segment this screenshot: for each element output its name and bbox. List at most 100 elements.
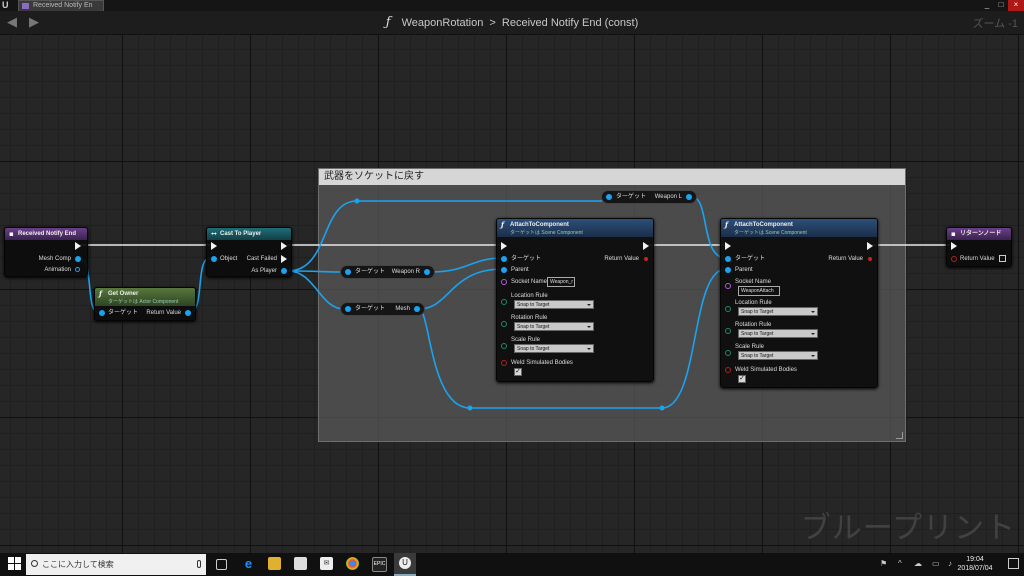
output-pin[interactable] [424, 269, 430, 275]
target-pin[interactable] [725, 256, 731, 262]
network-icon[interactable]: ▭ [932, 559, 940, 568]
location-rule-pin[interactable] [725, 306, 731, 312]
return-value-pin[interactable] [951, 256, 957, 262]
cast-failed-pin-icon[interactable] [281, 255, 287, 263]
start-button-icon[interactable] [8, 557, 21, 570]
file-explorer-icon[interactable] [268, 557, 281, 570]
get-owner-node[interactable]: ƒ Get Owner ターゲットは Actor Component ターゲット… [94, 287, 196, 321]
pin-label: Location Rule [735, 300, 772, 306]
rotation-rule-select[interactable]: Snap to Target [738, 329, 818, 338]
pin-label: Parent [511, 267, 529, 273]
exec-in-pin-icon[interactable] [951, 242, 957, 250]
get-weapon-l-node[interactable]: ターゲット Weapon L [601, 190, 697, 204]
attach-to-component-node-1[interactable]: ƒ AttachToComponent ターゲットは Scene Compone… [496, 218, 654, 382]
return-node[interactable]: ▪ リターンノード Return Value [946, 227, 1012, 267]
scale-rule-select[interactable]: Snap to Target [514, 344, 594, 353]
edge-browser-icon[interactable]: e [242, 557, 255, 570]
blueprint-tab-icon [22, 3, 29, 9]
pin-label: ターゲット [355, 269, 386, 275]
as-player-pin[interactable] [281, 268, 287, 274]
pin-label: ターゲット [355, 306, 386, 312]
pin-label: Return Value [828, 256, 863, 262]
socket-name-input[interactable]: WeaponAttach [738, 286, 780, 296]
restore-button[interactable]: □ [994, 0, 1008, 11]
object-pin[interactable] [211, 256, 217, 262]
exec-in-pin-icon[interactable] [725, 242, 731, 250]
attach-to-component-node-2[interactable]: ƒ AttachToComponent ターゲットは Scene Compone… [720, 218, 878, 388]
minimize-button[interactable]: _ [980, 0, 994, 11]
exec-out-pin-icon[interactable] [643, 242, 649, 250]
object-wire [287, 270, 345, 310]
people-icon[interactable]: ⚑ [880, 559, 887, 568]
onedrive-icon[interactable]: ☁ [914, 559, 922, 568]
pin-label: Return Value [604, 256, 639, 262]
exec-out-pin-icon[interactable] [281, 242, 287, 250]
node-subtitle: ターゲットは Actor Component [108, 299, 179, 305]
rotation-rule-pin[interactable] [501, 321, 507, 327]
breadcrumb-function[interactable]: WeaponRotation [402, 17, 484, 29]
scale-rule-pin[interactable] [725, 350, 731, 356]
target-pin[interactable] [345, 306, 351, 312]
socket-name-pin[interactable] [501, 279, 507, 285]
location-rule-pin[interactable] [501, 299, 507, 305]
weld-checkbox[interactable]: ✓ [738, 375, 746, 383]
function-icon: ƒ [99, 289, 103, 298]
weld-pin[interactable] [725, 367, 731, 373]
output-pin[interactable] [686, 194, 692, 200]
task-view-icon[interactable] [216, 559, 227, 570]
received-notify-end-node[interactable]: ▪ Received Notify End Mesh Comp Animatio… [4, 227, 88, 277]
windows-taskbar: ここに入力して検索 e ✉ EPIC U ⚑ ^ ☁ ▭ ♪ 19:04 201… [0, 553, 1024, 576]
exec-out-pin-icon[interactable] [867, 242, 873, 250]
pin-label: Animation [44, 267, 71, 273]
rotation-rule-pin[interactable] [725, 328, 731, 334]
weld-pin[interactable] [501, 360, 507, 366]
return-value-pin[interactable] [644, 257, 648, 261]
node-header: ↔ Cast To Player [207, 228, 291, 240]
close-button[interactable]: × [1008, 0, 1024, 11]
chrome-icon[interactable] [346, 557, 359, 570]
rotation-rule-select[interactable]: Snap to Target [514, 322, 594, 331]
socket-name-input[interactable]: Weapon_r [547, 277, 575, 287]
taskbar-clock[interactable]: 19:04 2018/07/04 [948, 555, 1002, 573]
return-value-pin[interactable] [185, 310, 191, 316]
breadcrumb: ƒ WeaponRotation > Received Notify End (… [0, 15, 1024, 30]
node-title: Cast To Player [220, 231, 262, 237]
cast-to-player-node[interactable]: ↔ Cast To Player Object Cast Failed As P… [206, 227, 292, 277]
location-rule-select[interactable]: Snap to Target [514, 300, 594, 309]
exec-in-pin-icon[interactable] [211, 242, 217, 250]
action-center-icon[interactable] [1008, 558, 1019, 569]
parent-pin[interactable] [725, 267, 731, 273]
weld-checkbox[interactable]: ✓ [514, 368, 522, 376]
clock-date: 2018/07/04 [957, 565, 993, 572]
mesh-comp-pin[interactable] [75, 256, 81, 262]
target-pin[interactable] [606, 194, 612, 200]
microphone-icon[interactable] [197, 560, 201, 568]
mail-icon[interactable]: ✉ [320, 557, 333, 570]
parent-pin[interactable] [501, 267, 507, 273]
target-pin[interactable] [99, 310, 105, 316]
location-rule-select[interactable]: Snap to Target [738, 307, 818, 316]
unreal-editor-taskbar-button[interactable]: U [394, 553, 416, 576]
socket-name-pin[interactable] [725, 283, 731, 289]
target-pin[interactable] [345, 269, 351, 275]
exec-out-pin-icon[interactable] [75, 242, 81, 250]
exec-in-pin-icon[interactable] [501, 242, 507, 250]
return-value-checkbox[interactable] [999, 255, 1006, 262]
store-icon[interactable] [294, 557, 307, 570]
scale-rule-pin[interactable] [501, 343, 507, 349]
taskbar-search-input[interactable]: ここに入力して検索 [26, 554, 206, 575]
get-mesh-node[interactable]: ターゲット Mesh [340, 302, 425, 316]
output-pin[interactable] [414, 306, 420, 312]
return-value-pin[interactable] [868, 257, 872, 261]
blueprint-graph[interactable]: 武器をソケットに戻す ▪ Received Notify End Mesh Co… [0, 35, 1024, 553]
document-tab[interactable]: Received Notify En [18, 0, 104, 11]
scale-rule-select[interactable]: Snap to Target [738, 351, 818, 360]
tray-expand-icon[interactable]: ^ [898, 559, 902, 568]
node-title: AttachToComponent [734, 222, 793, 228]
animation-pin[interactable] [75, 267, 80, 272]
pin-label: ターゲット [511, 256, 542, 262]
target-pin[interactable] [501, 256, 507, 262]
epic-launcher-icon[interactable]: EPIC [372, 557, 387, 572]
get-weapon-r-node[interactable]: ターゲット Weapon R [340, 265, 435, 279]
clock-time: 19:04 [966, 556, 984, 563]
